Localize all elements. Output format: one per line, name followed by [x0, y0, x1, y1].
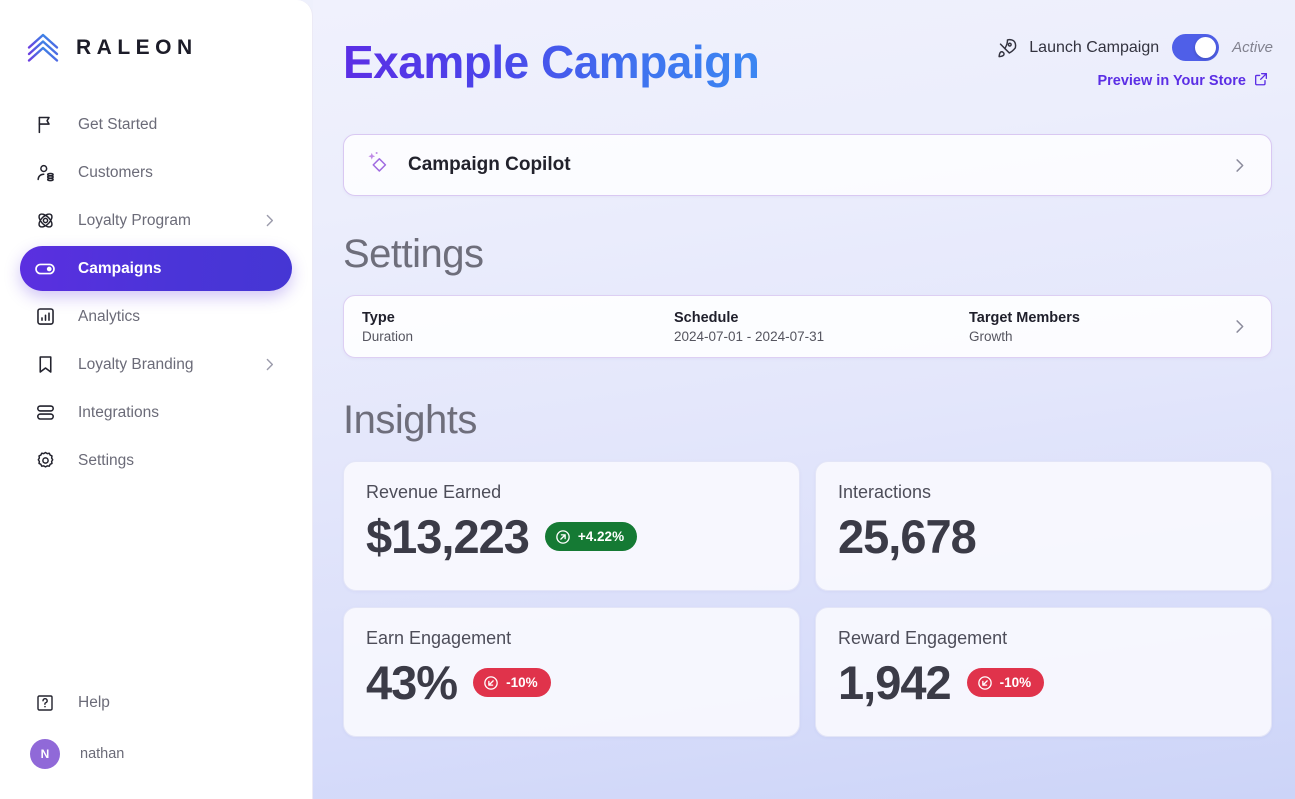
avatar: N	[30, 739, 60, 769]
metric-value: 1,942	[838, 656, 952, 709]
metric-change-text: -10%	[999, 675, 1032, 691]
sidebar-item-settings[interactable]: Settings	[20, 438, 292, 483]
metric-value: $13,223	[366, 510, 530, 563]
insights-metric-grid: Revenue Earned $13,223 +4.22% Interactio…	[343, 461, 1272, 737]
sidebar-item-label: Help	[78, 693, 110, 711]
metric-change-badge: -10%	[473, 668, 551, 698]
sidebar-item-campaigns[interactable]: Campaigns	[20, 246, 292, 291]
stack-icon	[34, 402, 56, 424]
chevron-right-icon[interactable]	[261, 356, 278, 373]
sidebar: RALEON Get Started Customers Loyalty Pro	[0, 0, 313, 799]
arrow-down-left-circle-icon	[483, 675, 499, 691]
insights-heading: Insights	[343, 398, 477, 442]
main-content: Example Campaign Launch Campaign Active …	[313, 0, 1295, 799]
settings-heading: Settings	[343, 232, 484, 276]
sidebar-nav: Get Started Customers Loyalty Program Ca…	[0, 102, 312, 483]
sidebar-item-get-started[interactable]: Get Started	[20, 102, 292, 147]
metric-label: Reward Engagement	[838, 628, 1008, 648]
brand-logo[interactable]: RALEON	[0, 0, 312, 74]
sidebar-item-label: Settings	[78, 451, 135, 469]
arrow-up-right-circle-icon	[555, 529, 571, 545]
external-link-icon	[1253, 71, 1269, 91]
sidebar-item-label: Loyalty Program	[78, 211, 191, 229]
toggle-state-label: Active	[1232, 39, 1273, 56]
sidebar-item-label: Integrations	[78, 403, 159, 421]
settings-field-label: Target Members	[969, 309, 1080, 326]
settings-field-value: 2024-07-01 - 2024-07-31	[674, 328, 825, 344]
settings-field-value: Duration	[362, 328, 414, 344]
sidebar-item-help[interactable]: Help	[20, 680, 292, 725]
settings-field-label: Schedule	[674, 309, 739, 326]
metric-change-badge: -10%	[966, 668, 1045, 698]
brand-name: RALEON	[76, 36, 198, 59]
launch-campaign-row: Launch Campaign Active	[995, 34, 1273, 61]
sidebar-item-label: Loyalty Branding	[78, 355, 194, 373]
metric-value: 43%	[366, 656, 458, 709]
bar-chart-icon	[34, 306, 56, 328]
settings-field-value: Growth	[969, 328, 1013, 344]
metric-change-text: +4.22%	[577, 529, 625, 545]
app-root: RALEON Get Started Customers Loyalty Pro	[0, 0, 1295, 799]
settings-summary-card[interactable]: Type Duration Schedule 2024-07-01 - 2024…	[343, 295, 1272, 358]
metric-label: Revenue Earned	[366, 482, 502, 502]
user-name: nathan	[80, 746, 125, 762]
campaign-copilot-card[interactable]: Campaign Copilot	[343, 134, 1272, 196]
metric-change-badge: +4.22%	[544, 522, 638, 552]
preview-link-label: Preview in Your Store	[1097, 73, 1246, 89]
flag-icon	[34, 114, 56, 136]
atom-icon	[34, 210, 56, 232]
user-profile[interactable]: N nathan	[20, 731, 292, 777]
settings-field-schedule: Schedule 2024-07-01 - 2024-07-31	[674, 310, 969, 344]
metric-label: Interactions	[838, 482, 932, 502]
arrow-down-left-circle-icon	[977, 675, 993, 691]
settings-field-target-members: Target Members Growth	[969, 310, 1230, 344]
gear-icon	[34, 450, 56, 472]
sidebar-item-label: Analytics	[78, 307, 141, 325]
metric-card-interactions[interactable]: Interactions 25,678	[815, 461, 1272, 591]
metric-card-revenue-earned[interactable]: Revenue Earned $13,223 +4.22%	[343, 461, 800, 591]
help-square-icon	[34, 692, 56, 714]
customers-icon	[34, 162, 56, 184]
sidebar-item-analytics[interactable]: Analytics	[20, 294, 292, 339]
chevron-right-icon[interactable]	[261, 212, 278, 229]
rocket-icon	[995, 37, 1017, 59]
launch-campaign-label: Launch Campaign	[1029, 38, 1160, 56]
sidebar-item-integrations[interactable]: Integrations	[20, 390, 292, 435]
sidebar-item-label: Get Started	[78, 115, 158, 133]
page-title: Example Campaign	[343, 36, 760, 88]
chevron-logo-icon	[26, 31, 60, 65]
preview-in-store-link[interactable]: Preview in Your Store	[1097, 71, 1273, 91]
metric-card-reward-engagement[interactable]: Reward Engagement 1,942 -10%	[815, 607, 1272, 737]
sparkle-diamond-icon	[363, 149, 391, 182]
metric-value: 25,678	[838, 510, 977, 563]
settings-field-type: Type Duration	[362, 310, 674, 344]
metric-change-text: -10%	[506, 675, 538, 691]
toggle-icon	[34, 258, 56, 280]
page-header: Example Campaign Launch Campaign Active …	[343, 22, 1273, 114]
metric-card-earn-engagement[interactable]: Earn Engagement 43% -10%	[343, 607, 800, 737]
campaign-copilot-title: Campaign Copilot	[408, 154, 571, 175]
launch-campaign-button[interactable]: Launch Campaign	[995, 37, 1159, 59]
header-actions: Launch Campaign Active Preview in Your S…	[995, 22, 1273, 91]
sidebar-item-loyalty-branding[interactable]: Loyalty Branding	[20, 342, 292, 387]
sidebar-item-label: Customers	[78, 163, 153, 181]
chevron-right-icon[interactable]	[1230, 317, 1249, 336]
sidebar-item-loyalty-program[interactable]: Loyalty Program	[20, 198, 292, 243]
sidebar-footer: Help N nathan	[0, 680, 312, 799]
campaign-active-toggle[interactable]	[1172, 34, 1220, 61]
sidebar-item-customers[interactable]: Customers	[20, 150, 292, 195]
settings-field-label: Type	[362, 309, 395, 326]
sidebar-item-label: Campaigns	[78, 259, 162, 277]
chevron-right-icon[interactable]	[1230, 156, 1249, 175]
bookmark-icon	[34, 354, 56, 376]
metric-label: Earn Engagement	[366, 628, 512, 648]
toggle-knob	[1195, 37, 1217, 58]
